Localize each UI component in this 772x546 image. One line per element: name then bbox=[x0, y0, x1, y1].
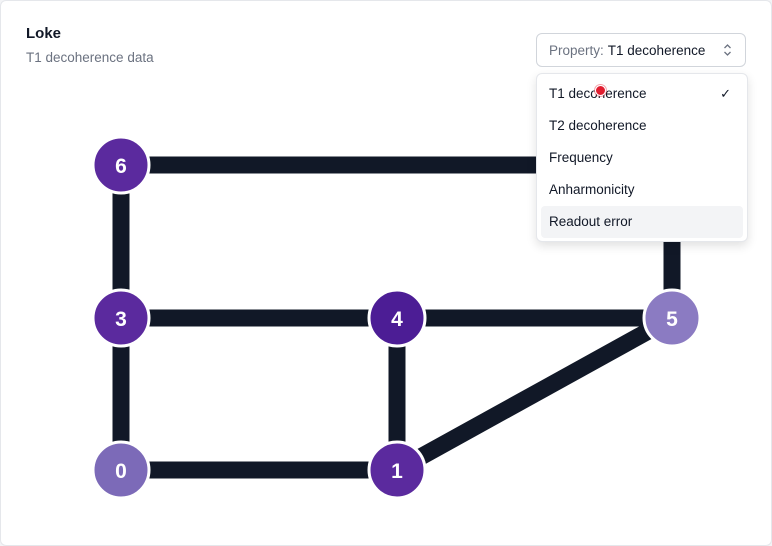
option-anharmonicity[interactable]: Anharmonicity bbox=[541, 174, 743, 206]
property-select-label: Property: bbox=[549, 42, 604, 58]
option-readout-error[interactable]: Readout error bbox=[541, 206, 743, 238]
chevron-up-down-icon bbox=[724, 44, 731, 56]
topology-card: Loke T1 decoherence data 634501 Property… bbox=[0, 0, 772, 546]
option-label: Anharmonicity bbox=[549, 182, 635, 197]
option-label: Readout error bbox=[549, 214, 633, 229]
property-select-value: T1 decoherence bbox=[607, 42, 706, 58]
qubit-node-label-0: 0 bbox=[115, 460, 127, 483]
check-icon: ✓ bbox=[720, 86, 731, 101]
option-label: Frequency bbox=[549, 150, 613, 165]
option-label: T2 decoherence bbox=[549, 118, 647, 133]
qubit-node-label-1: 1 bbox=[391, 460, 403, 483]
qubit-node-label-5: 5 bbox=[666, 308, 678, 331]
qubit-node-label-6: 6 bbox=[115, 155, 127, 178]
property-select[interactable]: Property: T1 decoherence bbox=[536, 33, 746, 67]
option-t1-decoherence[interactable]: T1 decoherence ✓ bbox=[541, 78, 743, 110]
property-dropdown-menu: T1 decoherence ✓ T2 decoherence Frequenc… bbox=[536, 73, 748, 242]
qubit-node-label-4: 4 bbox=[391, 308, 403, 331]
qubit-node-label-3: 3 bbox=[115, 308, 127, 331]
option-t2-decoherence[interactable]: T2 decoherence bbox=[541, 110, 743, 142]
cursor-dot bbox=[595, 85, 606, 96]
edge-1-5 bbox=[392, 310, 677, 478]
option-frequency[interactable]: Frequency bbox=[541, 142, 743, 174]
